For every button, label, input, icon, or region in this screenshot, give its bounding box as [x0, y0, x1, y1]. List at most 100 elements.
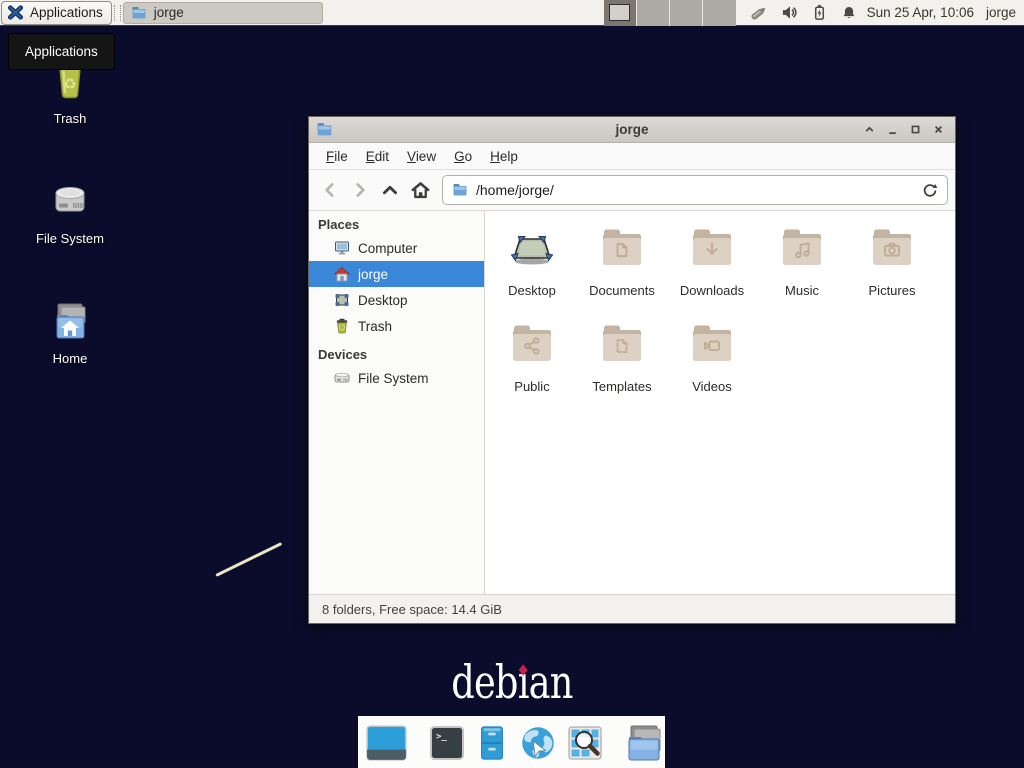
- close-button[interactable]: [931, 122, 946, 137]
- hard-drive-icon: [46, 213, 94, 228]
- sidebar-item-computer[interactable]: Computer: [309, 235, 484, 261]
- back-button[interactable]: [316, 176, 344, 204]
- public-folder-icon: [508, 320, 556, 373]
- sidebar-item-label: Desktop: [358, 293, 408, 308]
- desktop-icon-home[interactable]: Home: [22, 297, 118, 366]
- folder-icon: [452, 182, 468, 198]
- folder-label: Downloads: [680, 283, 744, 298]
- applications-menu-label: Applications: [30, 5, 103, 20]
- minimize-button[interactable]: [885, 122, 900, 137]
- folder-item-documents[interactable]: Documents: [577, 224, 667, 320]
- workspace-1[interactable]: [604, 0, 637, 26]
- file-manager-launcher[interactable]: [473, 723, 511, 763]
- folder-label: Templates: [592, 379, 651, 394]
- wallpaper-scribble-line: [215, 542, 282, 577]
- menu-view[interactable]: View: [398, 145, 445, 168]
- path-bar[interactable]: [442, 175, 948, 205]
- stylus-icon[interactable]: [750, 4, 768, 22]
- maximize-button[interactable]: [908, 122, 923, 137]
- sidebar-item-label: Computer: [358, 241, 417, 256]
- menu-edit[interactable]: Edit: [357, 145, 398, 168]
- home-icon: [334, 266, 350, 282]
- desktop-icon-label: Home: [22, 351, 118, 366]
- folder-label: Videos: [692, 379, 732, 394]
- svg-text:♻: ♻: [63, 76, 76, 93]
- sidebar-item-label: jorge: [358, 267, 388, 282]
- templates-folder-icon: [598, 320, 646, 373]
- shade-button[interactable]: [862, 122, 877, 137]
- folder-label: Desktop: [508, 283, 556, 298]
- sidebar-item-label: Trash: [358, 319, 392, 334]
- battery-charging-icon[interactable]: [811, 4, 828, 21]
- sidebar-item-jorge[interactable]: jorge: [309, 261, 484, 287]
- menu-file[interactable]: File: [317, 145, 357, 168]
- window-titlebar[interactable]: jorge: [309, 117, 955, 143]
- workspace-4[interactable]: [703, 0, 735, 26]
- bottom-dock: >_: [358, 716, 665, 768]
- folder-item-pictures[interactable]: Pictures: [847, 224, 937, 320]
- toolbar: [309, 170, 955, 211]
- path-input[interactable]: [476, 182, 914, 198]
- wordmark-part: an: [529, 655, 573, 709]
- folder-item-music[interactable]: Music: [757, 224, 847, 320]
- xfce-logo-icon: [7, 4, 24, 21]
- menu-go[interactable]: Go: [445, 145, 481, 168]
- menu-help[interactable]: Help: [481, 145, 527, 168]
- videos-folder-icon: [688, 320, 736, 373]
- forward-button[interactable]: [346, 176, 374, 204]
- folder-item-videos[interactable]: Videos: [667, 320, 757, 416]
- sidebar-item-desktop[interactable]: Desktop: [309, 287, 484, 313]
- folder-item-downloads[interactable]: Downloads: [667, 224, 757, 320]
- sidebar-item-label: File System: [358, 371, 429, 386]
- top-panel: Applications jorge: [0, 0, 1024, 26]
- home-button[interactable]: [406, 176, 434, 204]
- folder-item-templates[interactable]: Templates: [577, 320, 667, 416]
- folder-view: Desktop Documents: [485, 211, 955, 594]
- taskbar-window-label: jorge: [154, 5, 184, 20]
- folder-item-desktop[interactable]: Desktop: [487, 224, 577, 320]
- svg-text:>_: >_: [436, 732, 447, 742]
- directory-menu-launcher[interactable]: [623, 723, 665, 763]
- panel-username[interactable]: jorge: [986, 5, 1016, 20]
- music-folder-icon: [778, 224, 826, 277]
- workspace-2[interactable]: [637, 0, 670, 26]
- folder-icon: [131, 5, 147, 21]
- wordmark-i: ı: [518, 658, 529, 706]
- window-controls: [862, 122, 955, 137]
- trash-icon: ♻: [46, 93, 94, 108]
- file-manager-window: jorge File Edit View Go Help: [308, 116, 956, 624]
- folder-label: Public: [514, 379, 549, 394]
- workspace-3[interactable]: [670, 0, 703, 26]
- workspace-window-preview: [609, 4, 630, 21]
- sidebar-item-file-system[interactable]: File System: [309, 365, 484, 391]
- show-desktop-button[interactable]: [364, 721, 409, 766]
- taskbar-window-button[interactable]: jorge: [123, 2, 323, 24]
- app-finder-launcher[interactable]: [565, 723, 605, 763]
- sidebar: Places Computer: [309, 211, 485, 594]
- notifications-bell-icon[interactable]: [841, 5, 857, 21]
- folder-label: Music: [785, 283, 819, 298]
- reload-icon[interactable]: [922, 182, 938, 198]
- panel-clock[interactable]: Sun 25 Apr, 10:06: [867, 5, 974, 20]
- pictures-folder-icon: [868, 224, 916, 277]
- web-browser-launcher[interactable]: [517, 722, 559, 764]
- folder-label: Documents: [589, 283, 655, 298]
- terminal-launcher[interactable]: >_: [427, 723, 467, 763]
- home-folder-icon: [46, 333, 94, 348]
- up-button[interactable]: [376, 176, 404, 204]
- panel-drag-handle[interactable]: [114, 5, 121, 21]
- folder-item-public[interactable]: Public: [487, 320, 577, 416]
- documents-folder-icon: [598, 224, 646, 277]
- sidebar-header-devices: Devices: [309, 343, 484, 365]
- desktop-icon-label: File System: [22, 231, 118, 246]
- debian-wordmark: debıan: [0, 658, 1024, 706]
- window-content: Places Computer: [309, 211, 955, 594]
- sidebar-item-trash[interactable]: Trash: [309, 313, 484, 339]
- window-folder-icon: [316, 121, 333, 138]
- applications-menu-button[interactable]: Applications: [1, 1, 112, 25]
- folder-label: Pictures: [869, 283, 916, 298]
- status-bar: 8 folders, Free space: 14.4 GiB: [309, 594, 955, 623]
- volume-icon[interactable]: [781, 4, 798, 21]
- desktop-icon-file-system[interactable]: File System: [22, 177, 118, 246]
- wordmark-part: deb: [451, 655, 518, 709]
